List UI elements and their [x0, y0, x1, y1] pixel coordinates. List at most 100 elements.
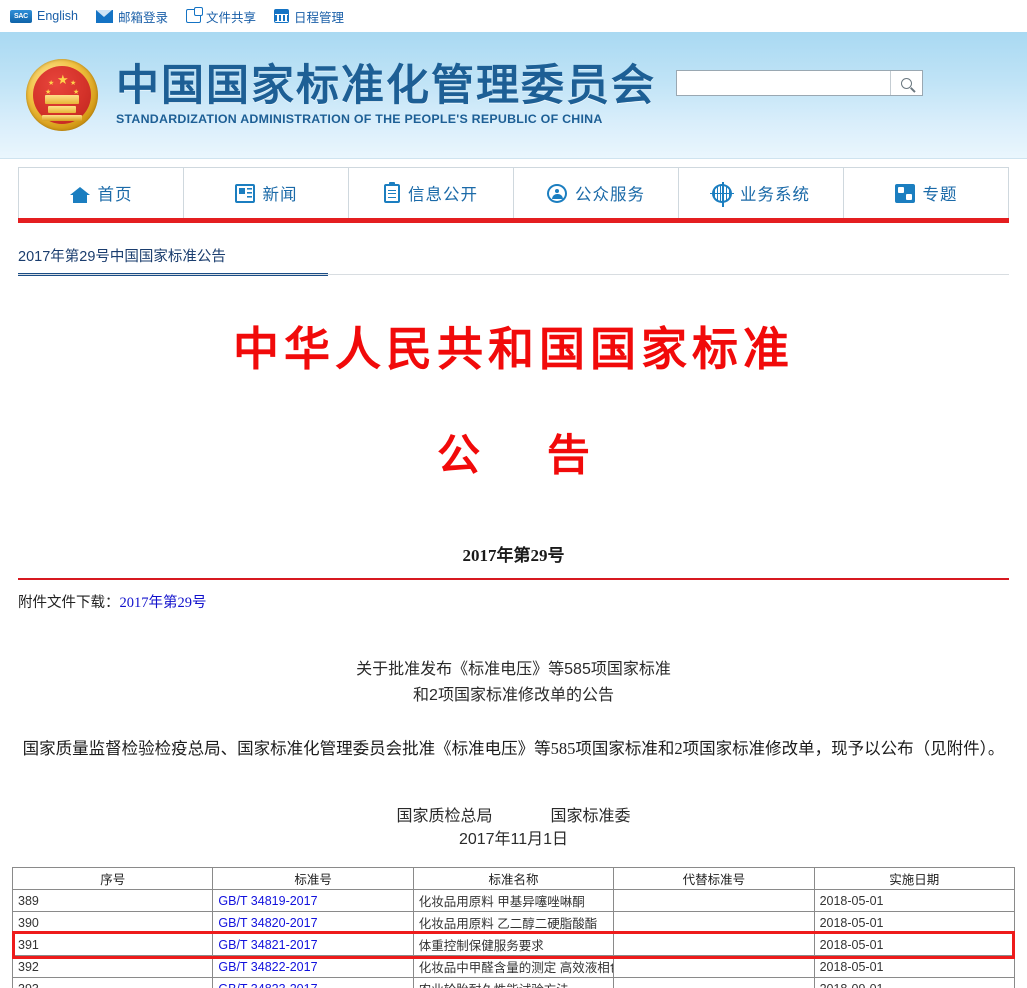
nav-items: 首页 新闻 信息公开 公众服务 业务系统 专题	[18, 167, 1009, 218]
table-row: 390 GB/T 34820-2017 化妆品用原料 乙二醇二硬脂酸酯 2018-05…	[11, 911, 1016, 935]
standard-code-link[interactable]: GB/T 34819-2017	[218, 894, 317, 908]
col-header-replace: 代替标准号	[613, 867, 815, 891]
document-subject-line1: 关于批准发布《标准电压》等585项国家标准	[356, 661, 671, 678]
cell-standard-code[interactable]: GB/T 34819-2017	[212, 889, 414, 913]
sac-logo-icon	[10, 9, 32, 23]
col-header-name: 标准名称	[412, 867, 615, 891]
signature-org-1: 国家质检总局	[396, 807, 493, 825]
col-header-code: 标准号	[212, 867, 414, 891]
cell-effective-date: 2018-09-01	[813, 977, 1016, 988]
nav-item-info-disclosure-label: 信息公开	[408, 186, 478, 204]
cell-replaced-code	[613, 933, 815, 957]
document-body: 中华人民共和国国家标准 公 告 2017年第29号 附件文件下载：2017年第2…	[0, 313, 1027, 851]
national-emblem-icon: ★ ★ ★ ★ ★	[26, 59, 98, 131]
home-icon	[69, 184, 90, 203]
topbar-mail-login-label: 邮箱登录	[118, 10, 169, 25]
cell-standard-code[interactable]: GB/T 34821-2017	[212, 933, 414, 957]
document-subject: 关于批准发布《标准电压》等585项国家标准 和2项国家标准修改单的公告	[18, 657, 1009, 709]
nav-item-topics-label: 专题	[922, 186, 958, 204]
topbar-schedule-label: 日程管理	[294, 10, 345, 25]
cell-replaced-code	[613, 977, 815, 988]
standard-code-link[interactable]: GB/T 34820-2017	[218, 916, 317, 930]
cell-standard-name: 农业轮胎耐久性能试验方法	[412, 977, 615, 988]
topbar-schedule[interactable]: 日程管理	[274, 7, 344, 26]
topbar-file-share[interactable]: 文件共享	[186, 7, 256, 26]
cell-standard-name: 化妆品用原料 甲基异噻唑啉酮	[412, 889, 615, 913]
red-divider	[18, 578, 1009, 580]
nav-item-public-service[interactable]: 公众服务	[514, 168, 679, 218]
nav-item-topics[interactable]: 专题	[844, 168, 1008, 218]
cell-standard-code[interactable]: GB/T 34822-2017	[212, 955, 414, 979]
document-title-line1: 中华人民共和国国家标准	[233, 324, 794, 375]
cell-replaced-code	[613, 955, 815, 979]
breadcrumb: 2017年第29号中国国家标准公告	[18, 245, 328, 276]
search-button[interactable]	[890, 71, 922, 95]
cell-effective-date: 2018-05-01	[813, 933, 1016, 957]
globe-network-icon	[710, 181, 734, 207]
standard-code-link[interactable]: GB/T 34823-2017	[218, 982, 317, 988]
topbar-english[interactable]: English	[10, 9, 78, 23]
standards-table: 序号 标准号 标准名称 代替标准号 实施日期 389 GB/T 34819-201…	[11, 867, 1016, 988]
standard-code-link[interactable]: GB/T 34821-2017	[218, 938, 317, 952]
nav-red-underline	[18, 218, 1009, 223]
standards-table-wrapper: 序号 标准号 标准名称 代替标准号 实施日期 389 GB/T 34819-201…	[11, 867, 1016, 988]
search-input[interactable]	[677, 71, 890, 95]
page-root: English 邮箱登录 文件共享 日程管理 ★ ★ ★ ★ ★	[0, 0, 1027, 988]
cell-standard-name: 化妆品中甲醛含量的测定 高效液相色谱法	[412, 955, 615, 979]
col-header-date: 实施日期	[813, 867, 1016, 891]
topic-tiles-icon	[894, 183, 915, 203]
cell-standard-name: 化妆品用原料 乙二醇二硬脂酸酯	[412, 911, 615, 935]
table-row: 389 GB/T 34819-2017 化妆品用原料 甲基异噻唑啉酮 2018-05-…	[11, 889, 1016, 913]
table-row: 391 GB/T 34821-2017 体重控制保健服务要求 2018-05-01	[11, 933, 1016, 957]
cell-standard-name: 体重控制保健服务要求	[412, 933, 615, 957]
table-header-row: 序号 标准号 标准名称 代替标准号 实施日期	[11, 867, 1016, 891]
cell-replaced-code	[613, 911, 815, 935]
top-utility-bar: English 邮箱登录 文件共享 日程管理	[0, 0, 1027, 32]
nav-item-business-system[interactable]: 业务系统	[679, 168, 844, 218]
nav-item-news[interactable]: 新闻	[184, 168, 349, 218]
breadcrumb-divider	[18, 274, 1009, 275]
document-signature: 国家质检总局 国家标准委 2017年11月1日	[18, 805, 1009, 851]
cell-serial-number: 393	[11, 977, 214, 988]
site-banner: ★ ★ ★ ★ ★ 中国国家标准化管理委员会 STANDARDIZATION A…	[0, 32, 1027, 159]
attachment-link[interactable]: 2017年第29号	[120, 595, 207, 611]
table-row: 392 GB/T 34822-2017 化妆品中甲醛含量的测定 高效液相色谱法 201…	[11, 955, 1016, 979]
cell-standard-code[interactable]: GB/T 34820-2017	[212, 911, 414, 935]
document-title-line2: 公 告	[437, 433, 618, 480]
clipboard-icon	[384, 181, 400, 203]
search-box[interactable]	[676, 70, 923, 96]
topbar-file-share-label: 文件共享	[206, 10, 257, 25]
file-share-icon	[186, 7, 204, 23]
site-title-cn: 中国国家标准化管理委员会	[116, 61, 656, 110]
news-icon	[234, 183, 255, 203]
document-subject-line2: 和2项国家标准修改单的公告	[413, 686, 614, 704]
search-icon	[901, 77, 912, 89]
document-number: 2017年第29号	[462, 546, 565, 565]
site-title-en: STANDARDIZATION ADMINISTRATION OF THE PE…	[116, 112, 603, 127]
nav-item-business-system-label: 业务系统	[740, 186, 810, 204]
cell-replaced-code	[613, 889, 815, 913]
cell-serial-number: 389	[11, 889, 214, 913]
cell-serial-number: 391	[11, 933, 214, 957]
table-row: 393 GB/T 34823-2017 农业轮胎耐久性能试验方法 2018-09-01	[11, 977, 1016, 988]
standard-code-link[interactable]: GB/T 34822-2017	[218, 960, 317, 974]
calendar-icon	[274, 9, 290, 23]
nav-item-home[interactable]: 首页	[19, 168, 184, 218]
attachment-row: 附件文件下载：2017年第29号	[18, 591, 1009, 612]
nav-item-home-label: 首页	[97, 186, 133, 204]
attachment-label: 附件文件下载：	[18, 595, 120, 611]
cell-effective-date: 2018-05-01	[813, 955, 1016, 979]
cell-serial-number: 392	[11, 955, 214, 979]
nav-item-public-service-label: 公众服务	[575, 186, 645, 204]
topbar-mail-login[interactable]: 邮箱登录	[96, 7, 168, 26]
topbar-english-label: English	[37, 9, 78, 23]
nav-item-news-label: 新闻	[262, 186, 298, 204]
cell-standard-code[interactable]: GB/T 34823-2017	[212, 977, 414, 988]
cell-serial-number: 390	[11, 911, 214, 935]
col-header-no: 序号	[11, 867, 214, 891]
nav-item-info-disclosure[interactable]: 信息公开	[349, 168, 514, 218]
banner-titles: 中国国家标准化管理委员会 STANDARDIZATION ADMINISTRAT…	[116, 61, 656, 127]
signature-orgs: 国家质检总局 国家标准委	[18, 805, 1009, 828]
signature-org-2: 国家标准委	[550, 807, 631, 825]
document-paragraph: 国家质量监督检验检疫总局、国家标准化管理委员会批准《标准电压》等585项国家标准…	[22, 738, 1005, 758]
